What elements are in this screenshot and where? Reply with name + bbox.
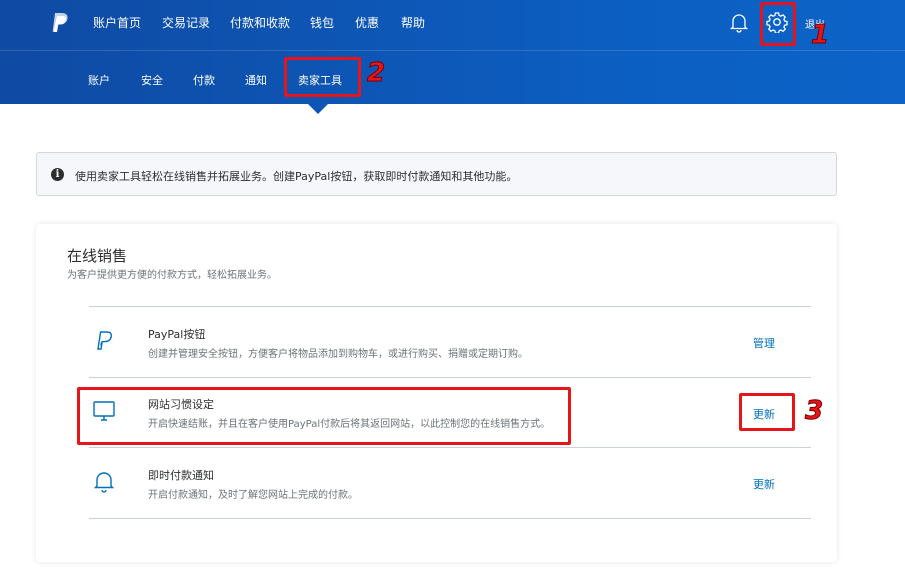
tab-account[interactable]: 账户 bbox=[88, 72, 110, 88]
highlight-box-seller-tools bbox=[284, 57, 361, 97]
highlight-box-website-preferences bbox=[77, 387, 571, 445]
tab-notifications[interactable]: 通知 bbox=[245, 72, 267, 88]
bell-icon bbox=[93, 472, 115, 493]
info-icon: i bbox=[51, 168, 64, 181]
section-title: 在线销售 bbox=[67, 247, 128, 265]
notifications-bell-icon[interactable] bbox=[729, 11, 749, 33]
header-divider bbox=[0, 50, 905, 51]
row-desc-ipn: 开启付款通知，及时了解您网站上完成的付款。 bbox=[148, 490, 358, 501]
nav-item-wallet[interactable]: 钱包 bbox=[310, 14, 334, 31]
update-ipn-link[interactable]: 更新 bbox=[753, 476, 775, 492]
row-desc-paypal-buttons: 创建并管理安全按钮，方便客户将物品添加到购物车，或进行购买、捐赠或定期订购。 bbox=[148, 349, 528, 360]
info-banner-text: 使用卖家工具轻松在线销售并拓展业务。创建PayPal按钮，获取即时付款通知和其他… bbox=[75, 170, 518, 183]
nav-item-summary[interactable]: 账户首页 bbox=[93, 14, 141, 31]
highlight-box-update-link bbox=[739, 393, 795, 431]
step-number-3: 3 bbox=[804, 396, 824, 427]
paypal-logo-icon[interactable] bbox=[50, 12, 70, 34]
nav-item-offers[interactable]: 优惠 bbox=[355, 14, 379, 31]
step-number-2: 2 bbox=[366, 58, 386, 89]
paypal-icon bbox=[97, 331, 112, 350]
tab-security[interactable]: 安全 bbox=[141, 72, 163, 88]
section-subtitle: 为客户提供更方便的付款方式，轻松拓展业务。 bbox=[67, 270, 277, 281]
row-title-ipn: 即时付款通知 bbox=[148, 469, 214, 482]
active-tab-caret bbox=[308, 104, 328, 114]
row-divider bbox=[89, 447, 811, 448]
nav-item-help[interactable]: 帮助 bbox=[401, 14, 425, 31]
tab-payments[interactable]: 付款 bbox=[193, 72, 215, 88]
step-number-1: 1 bbox=[810, 20, 830, 51]
manage-paypal-buttons-link[interactable]: 管理 bbox=[753, 335, 775, 351]
highlight-box-settings bbox=[760, 2, 796, 46]
info-banner: i 使用卖家工具轻松在线销售并拓展业务。创建PayPal按钮，获取即时付款通知和… bbox=[36, 152, 837, 196]
row-divider bbox=[89, 306, 811, 307]
nav-item-activity[interactable]: 交易记录 bbox=[162, 14, 210, 31]
row-divider bbox=[89, 518, 811, 519]
row-divider bbox=[89, 377, 811, 378]
row-title-paypal-buttons: PayPal按钮 bbox=[148, 328, 206, 341]
nav-item-send-request[interactable]: 付款和收款 bbox=[230, 14, 290, 31]
